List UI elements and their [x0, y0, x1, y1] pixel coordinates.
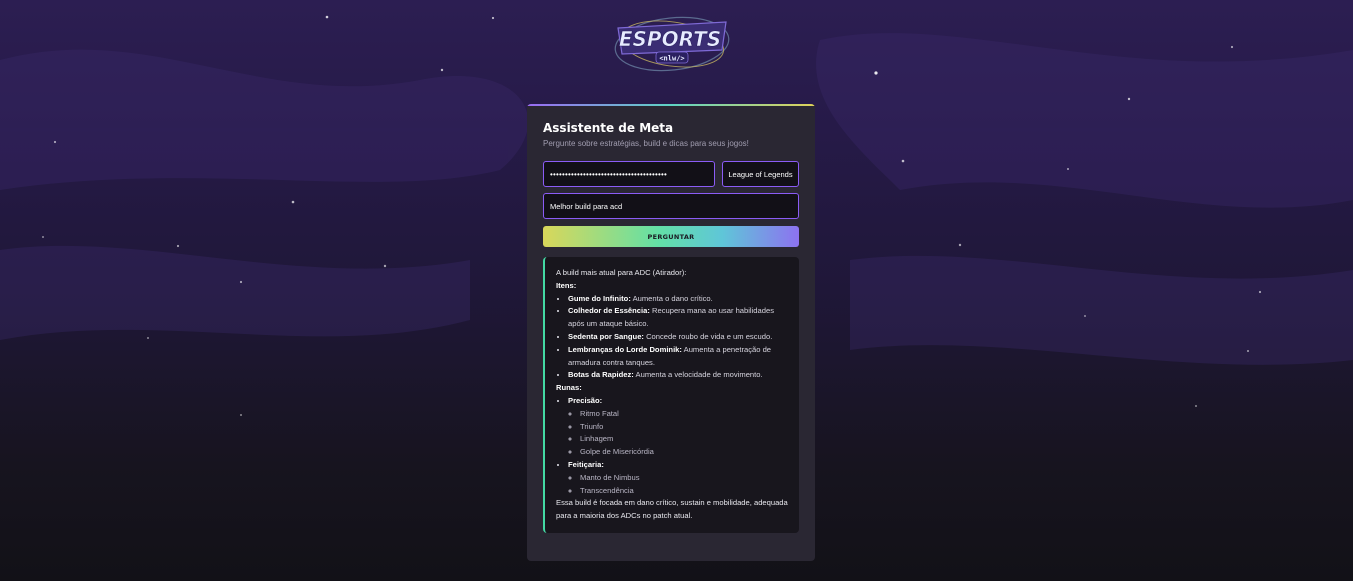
rune-tree: Feitiçaria: Manto de Nimbus Transcendênc… [568, 459, 789, 497]
list-item: Colhedor de Essência: Recupera mana ao u… [568, 305, 789, 331]
panel-subtitle: Pergunte sobre estratégias, build e dica… [543, 139, 749, 148]
rune-sublist: Manto de Nimbus Transcendência [568, 472, 789, 498]
esports-logo: ESPORTS <nlw/> [614, 16, 730, 72]
ask-button[interactable]: PERGUNTAR [543, 226, 799, 247]
list-item: Botas da Rapidez: Aumenta a velocidade d… [568, 369, 789, 382]
rune-item: Triunfo [580, 421, 789, 434]
list-item: Sedenta por Sangue: Concede roubo de vid… [568, 331, 789, 344]
answer-box: A build mais atual para ADC (Atirador): … [543, 257, 799, 533]
rune-item: Ritmo Fatal [580, 408, 789, 421]
rune-sublist: Ritmo Fatal Triunfo Linhagem Golpe de Mi… [568, 408, 789, 459]
game-select[interactable]: League of Legends [722, 161, 799, 187]
rune-tree: Precisão: Ritmo Fatal Triunfo Linhagem G… [568, 395, 789, 459]
item-name: Sedenta por Sangue: [568, 331, 644, 341]
runes-list: Precisão: Ritmo Fatal Triunfo Linhagem G… [556, 395, 789, 497]
rune-tree-name: Feitiçaria: [568, 459, 604, 469]
meta-assistant-panel: Assistente de Meta Pergunte sobre estrat… [527, 104, 815, 561]
item-desc: Concede roubo de vida e um escudo. [646, 331, 773, 341]
item-desc: Aumenta o dano crítico. [632, 293, 713, 303]
logo-tag-text: <nlw/> [659, 55, 684, 63]
answer-intro: A build mais atual para ADC (Atirador): [556, 268, 687, 277]
question-input[interactable]: Melhor build para acd [543, 193, 799, 219]
logo-brand-text: ESPORTS [619, 27, 721, 51]
item-desc: Aumenta a velocidade de movimento. [635, 370, 763, 380]
game-select-value: League of Legends [728, 169, 793, 179]
list-item: Lembranças do Lorde Dominik: Aumenta a p… [568, 344, 789, 370]
list-item: Gume do Infinito: Aumenta o dano crítico… [568, 293, 789, 306]
rune-item: Linhagem [580, 433, 789, 446]
api-key-input[interactable]: ••••••••••••••••••••••••••••••••••••••• [543, 161, 715, 187]
items-heading: Itens: [556, 280, 577, 290]
answer-conclusion: Essa build é focada em dano crítico, sus… [556, 498, 788, 521]
api-key-value: ••••••••••••••••••••••••••••••••••••••• [550, 169, 668, 179]
item-name: Colhedor de Essência: [568, 306, 650, 316]
item-name: Botas da Rapidez: [568, 370, 634, 380]
rune-item: Manto de Nimbus [580, 472, 789, 485]
form-row: ••••••••••••••••••••••••••••••••••••••• … [543, 161, 799, 187]
rune-item: Transcendência [580, 485, 789, 498]
ask-button-label: PERGUNTAR [647, 232, 695, 241]
panel-title: Assistente de Meta [543, 121, 674, 135]
question-value: Melhor build para acd [550, 201, 623, 211]
item-name: Lembranças do Lorde Dominik: [568, 344, 682, 354]
items-list: Gume do Infinito: Aumenta o dano crítico… [556, 293, 789, 383]
runes-heading: Runas: [556, 383, 582, 393]
rune-item: Golpe de Misericórdia [580, 446, 789, 459]
rune-tree-name: Precisão: [568, 395, 603, 405]
item-name: Gume do Infinito: [568, 293, 631, 303]
